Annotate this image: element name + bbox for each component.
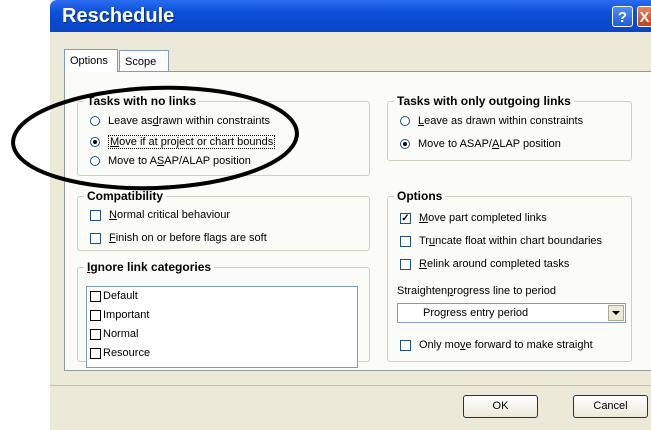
tab-options[interactable]: Options	[64, 49, 118, 72]
